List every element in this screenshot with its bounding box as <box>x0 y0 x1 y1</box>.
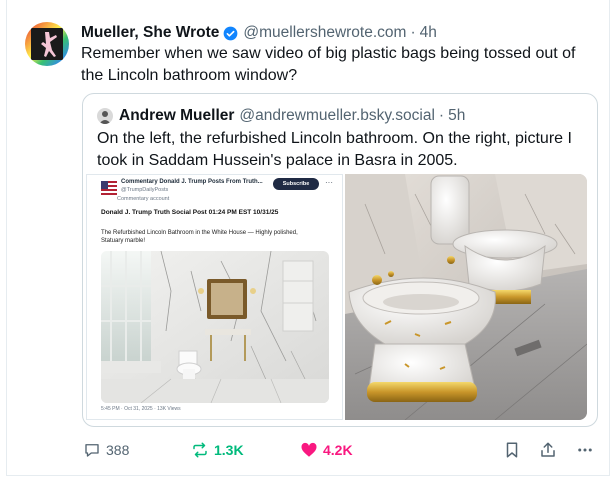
embedded-screenshot: Commentary Donald J. Trump Posts From Tr… <box>87 175 342 419</box>
repost-icon <box>193 442 207 458</box>
reply-count: 388 <box>106 442 130 458</box>
more-icon <box>578 448 592 452</box>
quoted-post-text: On the left, the refurbished Lincoln bat… <box>97 130 572 169</box>
post-text: Remember when we saw video of big plasti… <box>81 45 576 84</box>
author-handle[interactable]: @muellershewrote.com <box>243 24 406 42</box>
quoted-post[interactable]: Andrew Mueller @andrewmueller.bsky.socia… <box>82 93 598 427</box>
image-lincoln-bathroom-screenshot[interactable]: Commentary Donald J. Trump Posts From Tr… <box>86 174 343 420</box>
separator-dot: · <box>438 107 445 124</box>
post-header: Mueller, She Wrote @muellershewrote.com … <box>81 22 437 44</box>
quoted-author-name[interactable]: Andrew Mueller <box>119 107 234 125</box>
image-palace-bathroom-photo[interactable] <box>345 174 587 420</box>
quoted-author-handle[interactable]: @andrewmueller.bsky.social <box>239 107 435 125</box>
more-options-button[interactable] <box>575 438 600 462</box>
repost-count: 1.3K <box>214 442 244 458</box>
like-count: 4.2K <box>323 442 353 458</box>
bookmark-icon <box>506 442 518 458</box>
author-avatar[interactable] <box>25 22 69 66</box>
embedded-account-name: Commentary Donald J. Trump Posts From Tr… <box>121 179 263 185</box>
separator-dot: · <box>410 24 416 41</box>
bookmark-button[interactable] <box>504 438 525 462</box>
embedded-post-description: The Refurbished Lincoln Bathroom in the … <box>101 230 298 244</box>
reply-icon <box>85 444 99 457</box>
embedded-account-type: Commentary account <box>117 196 170 202</box>
embedded-account-handle: @TrumpDailyPosts <box>121 187 169 193</box>
author-name[interactable]: Mueller, She Wrote <box>81 24 219 42</box>
flag-avatar-icon <box>101 181 117 197</box>
verified-badge-icon <box>223 26 238 41</box>
post-actions: 388 1.3K 4.2K <box>79 438 599 462</box>
quoted-author-avatar[interactable] <box>97 108 113 124</box>
share-button[interactable] <box>539 438 562 462</box>
embedded-subscribe-button: Subscribe <box>273 178 319 190</box>
repost-button[interactable]: 1.3K <box>191 438 244 462</box>
reply-button[interactable]: 388 <box>83 438 129 462</box>
post-card[interactable]: Mueller, She Wrote @muellershewrote.com … <box>6 0 610 476</box>
heart-icon <box>301 442 317 457</box>
embedded-post-title: Donald J. Trump Truth Social Post 01:24 … <box>101 209 279 216</box>
quoted-post-timestamp[interactable]: 5h <box>448 107 465 125</box>
post-timestamp[interactable]: 4h <box>420 24 437 42</box>
share-icon <box>541 442 555 457</box>
embedded-more-icon: ··· <box>325 178 333 187</box>
embedded-post-footer: 5:45 PM · Oct 31, 2025 · 13K Views <box>101 406 181 412</box>
quoted-post-header: Andrew Mueller @andrewmueller.bsky.socia… <box>97 105 465 127</box>
like-button[interactable]: 4.2K <box>300 438 353 462</box>
marble-bathroom-photo <box>101 251 329 403</box>
media-gallery: Commentary Donald J. Trump Posts From Tr… <box>83 174 597 420</box>
